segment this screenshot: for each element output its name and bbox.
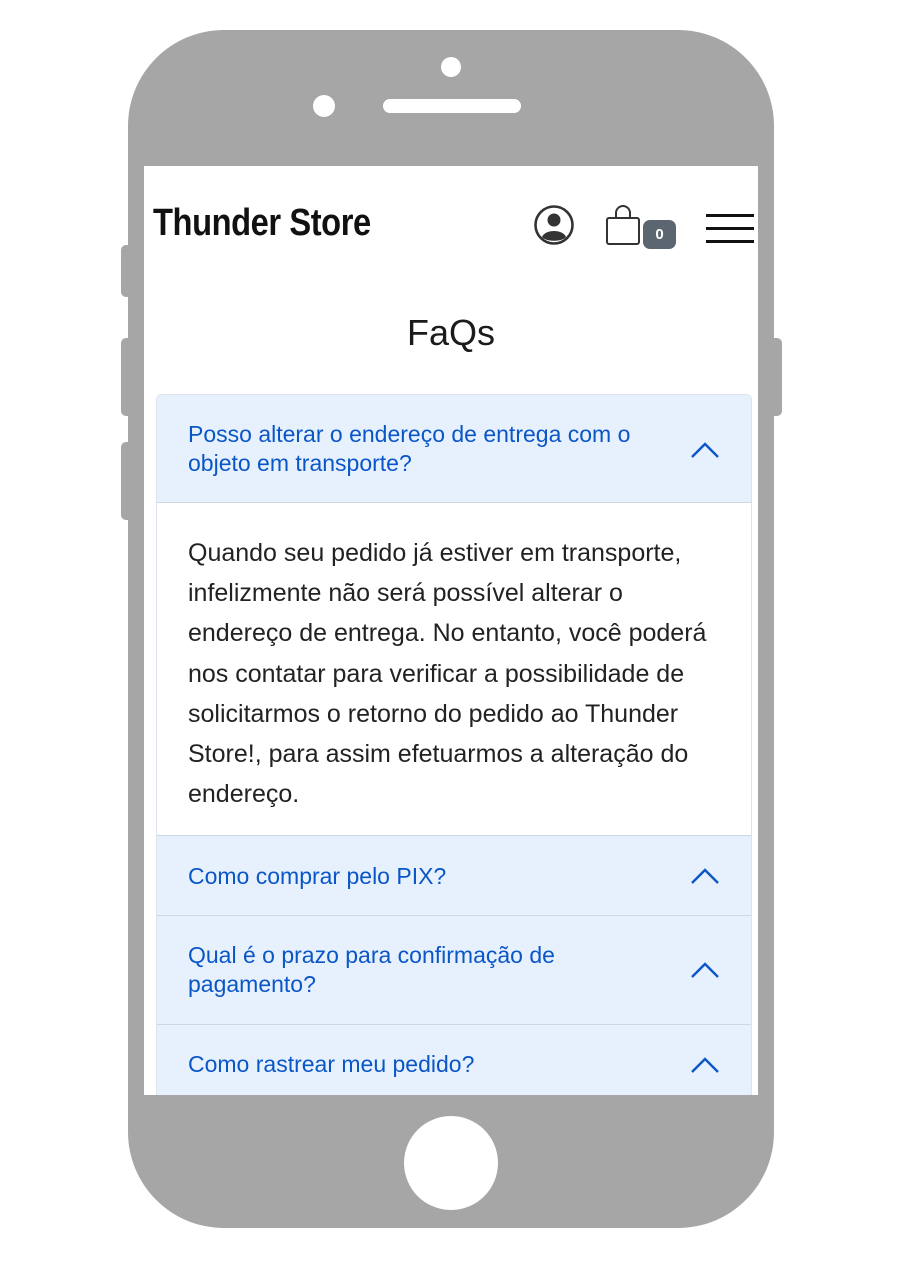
- faq-question-2[interactable]: Como comprar pelo PIX?: [157, 836, 751, 916]
- phone-speaker: [383, 99, 521, 113]
- hamburger-menu-icon[interactable]: [706, 214, 754, 246]
- phone-sensor: [313, 95, 335, 117]
- chevron-up-icon: [691, 962, 719, 978]
- faq-question-1[interactable]: Posso alterar o endereço de entrega com …: [157, 395, 751, 503]
- phone-home-button[interactable]: [404, 1116, 498, 1210]
- chevron-up-icon: [691, 868, 719, 884]
- app-screen: Thunder Store 0 FaQs Posso alterar o end…: [144, 166, 758, 1095]
- faq-answer-1: Quando seu pedido já estiver em transpor…: [157, 503, 751, 836]
- faq-question-text: Como comprar pelo PIX?: [188, 863, 447, 889]
- chevron-up-icon: [691, 1057, 719, 1073]
- chevron-up-icon: [691, 442, 719, 458]
- faq-question-text: Como rastrear meu pedido?: [188, 1051, 475, 1077]
- shopping-bag-icon[interactable]: [605, 204, 641, 246]
- faq-question-4[interactable]: Como rastrear meu pedido?: [157, 1025, 751, 1095]
- faq-question-text: Posso alterar o endereço de entrega com …: [188, 421, 631, 476]
- cart-count-badge[interactable]: 0: [643, 220, 676, 249]
- faq-question-3[interactable]: Qual é o prazo para confirmação de pagam…: [157, 916, 751, 1025]
- faq-accordion: Posso alterar o endereço de entrega com …: [156, 394, 752, 1095]
- phone-camera: [441, 57, 461, 77]
- user-circle-icon[interactable]: [533, 204, 575, 246]
- faq-question-text: Qual é o prazo para confirmação de pagam…: [188, 942, 555, 997]
- brand-logo[interactable]: Thunder Store: [153, 202, 371, 245]
- page-title: FaQs: [406, 312, 495, 353]
